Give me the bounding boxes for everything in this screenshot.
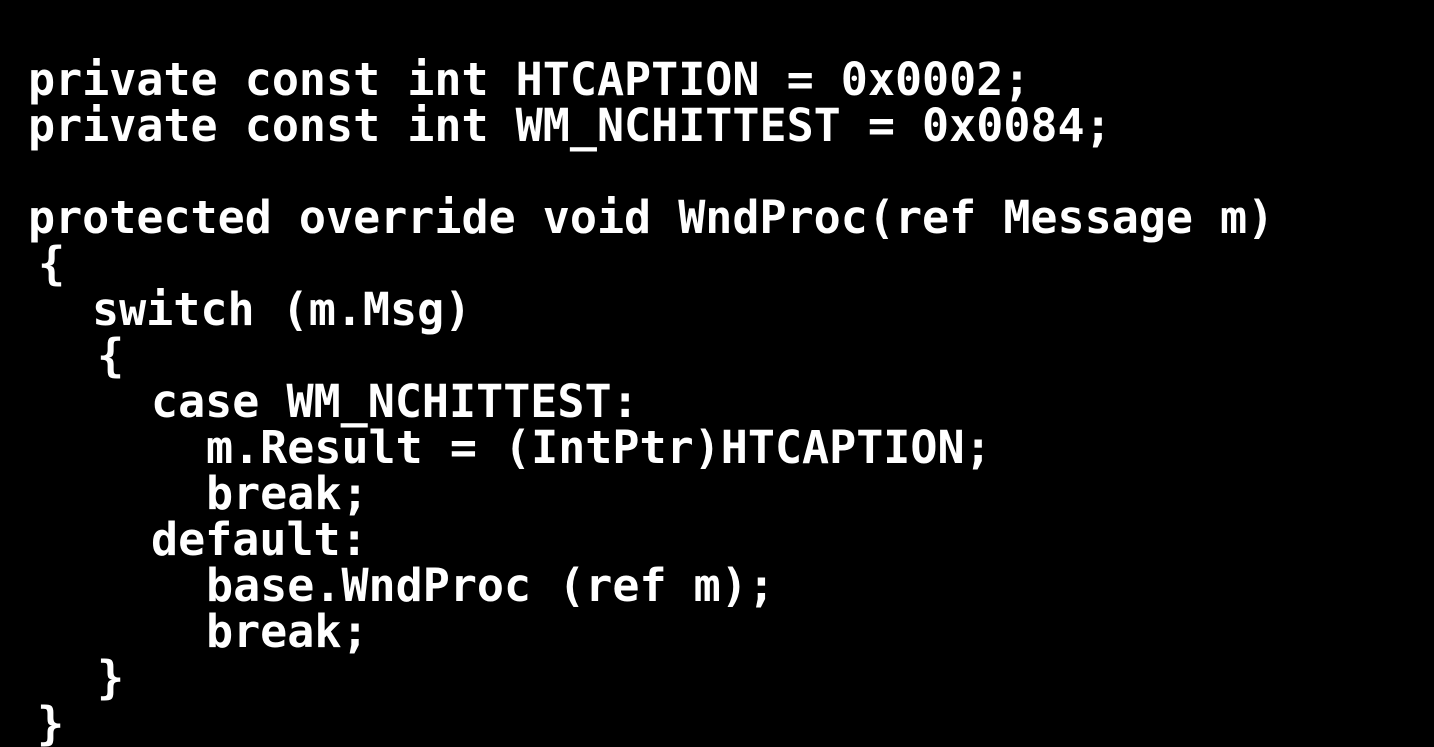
code-snippet: private const int HTCAPTION = 0x0002; pri… bbox=[0, 45, 1434, 747]
code-line: break; bbox=[206, 467, 369, 520]
code-line: protected override void WndProc(ref Mess… bbox=[28, 191, 1275, 244]
code-line: { bbox=[97, 329, 125, 382]
code-line: break; bbox=[206, 605, 369, 658]
code-line: private const int WM_NCHITTEST = 0x0084; bbox=[28, 99, 1112, 152]
code-line: switch (m.Msg) bbox=[92, 283, 472, 336]
code-line: } bbox=[37, 697, 65, 747]
code-line: case WM_NCHITTEST: bbox=[151, 375, 639, 428]
code-slide: private const int HTCAPTION = 0x0002; pri… bbox=[0, 0, 1434, 747]
code-line: { bbox=[38, 237, 66, 290]
code-line: } bbox=[97, 651, 125, 704]
code-line: default: bbox=[151, 513, 368, 566]
code-line: private const int HTCAPTION = 0x0002; bbox=[28, 53, 1031, 106]
code-line: m.Result = (IntPtr)HTCAPTION; bbox=[206, 421, 992, 474]
code-line: base.WndProc (ref m); bbox=[206, 559, 775, 612]
